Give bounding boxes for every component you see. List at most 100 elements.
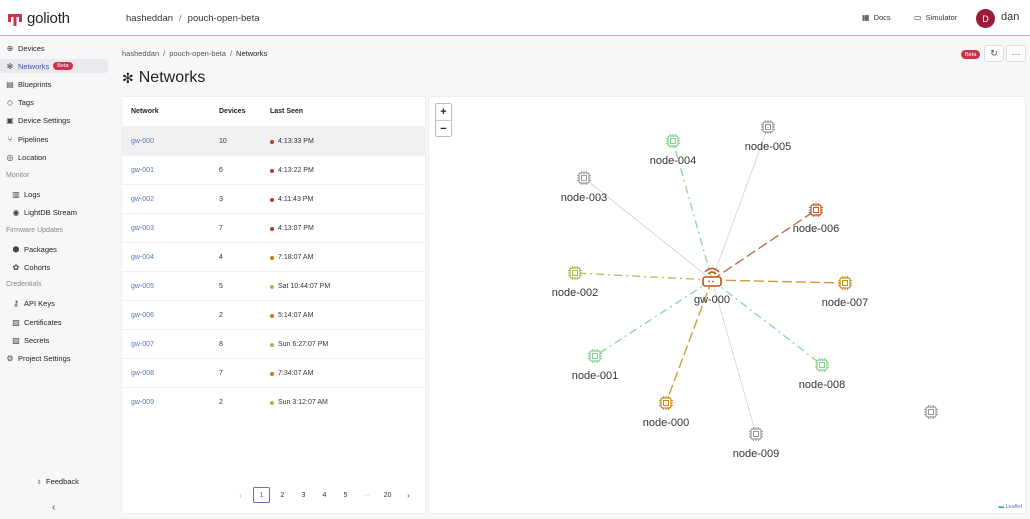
device-node[interactable]: node-001 xyxy=(572,349,619,382)
last-seen-time: 4:13:07 PM xyxy=(278,225,314,232)
breadcrumb-org[interactable]: hasheddan xyxy=(122,49,159,58)
last-seen-time: 4:11:43 PM xyxy=(278,196,314,203)
device-node[interactable]: node-002 xyxy=(552,266,599,299)
sidebar-item-cohorts[interactable]: ✿ Cohorts xyxy=(0,260,108,274)
network-link[interactable]: gw-002 xyxy=(131,196,154,203)
device-node[interactable]: node-004 xyxy=(650,134,697,167)
simulator-button[interactable]: ▭ Simulator xyxy=(914,13,957,22)
cohort-icon: ✿ xyxy=(12,262,20,272)
sidebar-item-devices[interactable]: ⊕ Devices xyxy=(0,41,108,55)
table-row[interactable]: gw-001 6 4:13:22 PM xyxy=(122,155,426,184)
device-node[interactable]: node-009 xyxy=(733,427,780,460)
sidebar-item-location[interactable]: ◎ Location xyxy=(0,150,108,164)
chip-icon xyxy=(577,171,591,185)
prev-page-button[interactable]: ‹ xyxy=(230,487,251,503)
page-button-5[interactable]: 5 xyxy=(335,487,356,503)
refresh-button[interactable]: ↻ xyxy=(984,45,1004,62)
page-button-2[interactable]: 2 xyxy=(272,487,293,503)
sidebar-item-lightdb-stream[interactable]: ◉ LightDB Stream xyxy=(0,205,108,219)
sidebar-item-pipelines[interactable]: ⑂ Pipelines xyxy=(0,132,108,146)
org-name[interactable]: hasheddan xyxy=(126,13,173,24)
table-row[interactable]: gw-002 3 4:11:43 PM xyxy=(122,184,426,213)
device-node[interactable]: node-005 xyxy=(745,120,792,153)
sidebar-item-secrets[interactable]: ▨ Secrets xyxy=(0,333,108,347)
chip-icon[interactable] xyxy=(924,405,938,419)
feedback-button[interactable]: ♁ Feedback xyxy=(36,477,79,486)
status-dot xyxy=(270,313,274,318)
table-row[interactable]: gw-000 10 4:13:33 PM xyxy=(122,126,426,155)
network-link[interactable]: gw-000 xyxy=(131,138,154,145)
chevron-right-icon: › xyxy=(407,490,410,500)
network-link[interactable]: gw-006 xyxy=(131,312,154,319)
sidebar-item-packages[interactable]: ⬢ Packages xyxy=(0,242,108,256)
network-graph[interactable]: node-000 node-001 node-002 node-003 node-004… xyxy=(429,97,1026,514)
sidebar-item-tags[interactable]: ◇ Tags xyxy=(0,95,108,109)
table-row[interactable]: gw-008 7 7:34:07 AM xyxy=(122,358,426,387)
refresh-icon: ↻ xyxy=(990,48,998,58)
table-row[interactable]: gw-007 8 Sun 6:27:07 PM xyxy=(122,329,426,358)
network-link[interactable]: gw-008 xyxy=(131,370,154,377)
device-node[interactable]: node-003 xyxy=(561,171,608,204)
section-monitor: Monitor xyxy=(6,172,30,179)
network-link[interactable]: gw-005 xyxy=(131,283,154,290)
collapse-sidebar-button[interactable]: ‹ xyxy=(52,502,55,513)
gateway-label: gw-000 xyxy=(694,294,730,306)
sidebar-item-certificates[interactable]: ▧ Certificates xyxy=(0,315,108,329)
chip-icon xyxy=(815,358,829,372)
zoom-in-button[interactable]: + xyxy=(436,104,451,120)
breadcrumb-project[interactable]: pouch-open-beta xyxy=(169,49,226,58)
gateway-node[interactable]: gw-000 xyxy=(694,267,730,307)
table-row[interactable]: gw-005 5 Sat 10:44:07 PM xyxy=(122,271,426,300)
router-icon xyxy=(702,267,722,287)
status-dot xyxy=(270,139,274,144)
device-node[interactable]: node-006 xyxy=(793,203,840,235)
page-button-3[interactable]: 3 xyxy=(293,487,314,503)
settings-icon: ▣ xyxy=(6,115,14,125)
table-row[interactable]: gw-006 2 5:14:07 AM xyxy=(122,300,426,329)
sidebar-item-project-settings[interactable]: ⚙ Project Settings xyxy=(0,351,108,365)
page-button-20[interactable]: 20 xyxy=(377,487,398,503)
device-node[interactable]: node-000 xyxy=(643,396,690,429)
table-row[interactable]: gw-009 2 Sun 3:12:07 AM xyxy=(122,387,426,416)
page-button-4[interactable]: 4 xyxy=(314,487,335,503)
network-link[interactable]: gw-003 xyxy=(131,225,154,232)
sidebar: ⊕ Devices ✻ Networks Beta ▤ Blueprints ◇… xyxy=(0,37,114,519)
project-switcher[interactable]: hasheddan / pouch-open-beta xyxy=(126,13,260,24)
device-count: 4 xyxy=(219,254,223,261)
network-map[interactable]: node-000 node-001 node-002 node-003 node-004… xyxy=(428,96,1026,514)
device-count: 7 xyxy=(219,370,223,377)
docs-button[interactable]: ▦ Docs xyxy=(862,13,891,22)
section-credentials: Credentials xyxy=(6,281,42,288)
node-label: node-007 xyxy=(822,297,869,309)
user-avatar[interactable]: D xyxy=(976,9,995,28)
page-button-1[interactable]: 1 xyxy=(253,487,270,503)
column-header-network[interactable]: Network xyxy=(131,108,159,115)
zoom-out-button[interactable]: − xyxy=(436,120,451,136)
network-link[interactable]: gw-004 xyxy=(131,254,154,261)
project-name[interactable]: pouch-open-beta xyxy=(188,13,260,24)
status-dot xyxy=(270,342,274,347)
sidebar-item-blueprints[interactable]: ▤ Blueprints xyxy=(0,77,108,91)
user-name[interactable]: dan xyxy=(1001,11,1019,23)
table-row[interactable]: gw-004 4 7:18:07 AM xyxy=(122,242,426,271)
location-icon: ◎ xyxy=(6,152,14,162)
map-attribution[interactable]: ▬ Leaflet xyxy=(998,504,1022,510)
sidebar-item-device-settings[interactable]: ▣ Device Settings xyxy=(0,113,108,127)
device-count: 8 xyxy=(219,341,223,348)
sidebar-item-networks[interactable]: ✻ Networks Beta xyxy=(0,59,108,73)
network-link[interactable]: gw-007 xyxy=(131,341,154,348)
table-row[interactable]: gw-003 7 4:13:07 PM xyxy=(122,213,426,242)
column-header-last-seen[interactable]: Last Seen xyxy=(270,108,303,115)
next-page-button[interactable]: › xyxy=(398,487,419,503)
sidebar-item-logs[interactable]: ▥ Logs xyxy=(0,187,108,201)
column-header-devices[interactable]: Devices xyxy=(219,108,245,115)
golioth-logo[interactable]: golioth xyxy=(7,10,70,27)
network-link[interactable]: gw-009 xyxy=(131,399,154,406)
more-options-button[interactable]: ··· xyxy=(1006,45,1026,62)
pipeline-icon: ⑂ xyxy=(7,134,13,144)
network-link[interactable]: gw-001 xyxy=(131,167,154,174)
device-node[interactable]: node-008 xyxy=(799,358,846,391)
book-icon: ▦ xyxy=(862,13,870,22)
device-node[interactable]: node-007 xyxy=(822,276,869,309)
sidebar-item-api-keys[interactable]: ⚷ API Keys xyxy=(0,296,108,310)
